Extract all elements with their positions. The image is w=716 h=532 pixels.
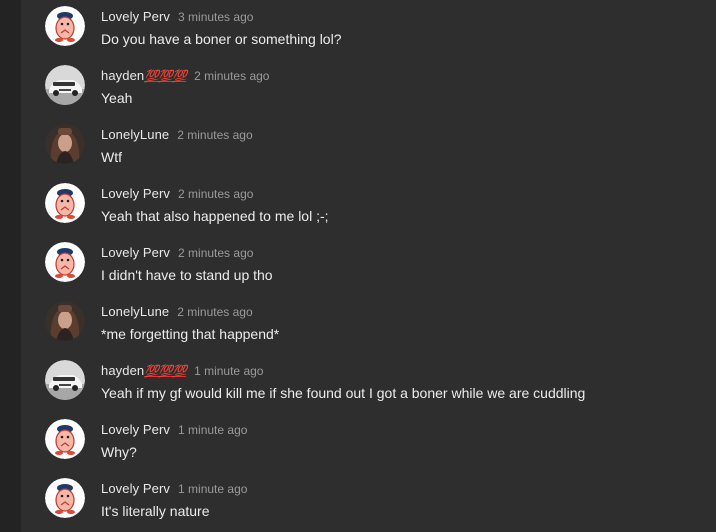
author-name[interactable]: Lovely Perv: [101, 481, 170, 496]
message-meta: Lovely Perv 2 minutes ago: [101, 185, 253, 203]
message-meta: LonelyLune 2 minutes ago: [101, 303, 253, 321]
message-meta: LonelyLune 2 minutes ago: [101, 126, 253, 144]
message-meta: Lovely Perv 2 minutes ago: [101, 244, 253, 262]
author-name[interactable]: LonelyLune: [101, 127, 169, 142]
message-text: Why?: [101, 444, 137, 460]
girl-avatar[interactable]: [45, 124, 85, 164]
chat-message: hayden💯💯💯 2 minutes ago Yeah: [45, 59, 705, 118]
message-timestamp: 1 minute ago: [194, 364, 264, 378]
chat-message: Lovely Perv 2 minutes ago I didn't have t…: [45, 236, 705, 295]
author-name[interactable]: LonelyLune: [101, 304, 169, 319]
author-name[interactable]: Lovely Perv: [101, 422, 170, 437]
left-sidebar-strip: [0, 0, 21, 532]
author-name[interactable]: Lovely Perv: [101, 245, 170, 260]
car-avatar[interactable]: [45, 65, 85, 105]
message-text: Yeah if my gf would kill me if she found…: [101, 385, 586, 401]
chat-message: Lovely Perv 3 minutes ago Do you have a b…: [45, 0, 705, 59]
message-timestamp: 1 minute ago: [178, 482, 248, 496]
penguin-avatar[interactable]: [45, 419, 85, 459]
message-meta: hayden💯💯💯 2 minutes ago: [101, 67, 269, 85]
message-meta: Lovely Perv 3 minutes ago: [101, 8, 253, 26]
chat-message: hayden💯💯💯 1 minute ago Yeah if my gf woul…: [45, 354, 705, 413]
message-text: Yeah: [101, 90, 133, 106]
message-text: *me forgetting that happend*: [101, 326, 280, 342]
chat-feed[interactable]: Lovely Perv 3 minutes ago Do you have a b…: [21, 0, 716, 532]
girl-avatar[interactable]: [45, 301, 85, 341]
author-emoji: 💯💯💯: [144, 69, 187, 83]
chat-app: Lovely Perv 3 minutes ago Do you have a b…: [0, 0, 716, 532]
message-text: I didn't have to stand up tho: [101, 267, 273, 283]
author-name[interactable]: Lovely Perv: [101, 9, 170, 24]
penguin-avatar[interactable]: [45, 242, 85, 282]
author-name[interactable]: hayden: [101, 68, 144, 83]
chat-message: LonelyLune 2 minutes ago *me forgetting t…: [45, 295, 705, 354]
message-timestamp: 3 minutes ago: [178, 10, 254, 24]
message-text: Do you have a boner or something lol?: [101, 31, 342, 47]
message-timestamp: 2 minutes ago: [177, 128, 253, 142]
chat-message: Lovely Perv 1 minute ago Why?: [45, 413, 705, 472]
penguin-avatar[interactable]: [45, 6, 85, 46]
message-timestamp: 2 minutes ago: [178, 246, 254, 260]
message-timestamp: 2 minutes ago: [178, 187, 254, 201]
message-meta: hayden💯💯💯 1 minute ago: [101, 362, 263, 380]
message-text: Wtf: [101, 149, 122, 165]
message-meta: Lovely Perv 1 minute ago: [101, 421, 247, 439]
author-emoji: 💯💯💯: [144, 364, 187, 378]
message-timestamp: 2 minutes ago: [194, 69, 270, 83]
chat-message: LonelyLune 2 minutes ago Wtf: [45, 118, 705, 177]
author-name[interactable]: hayden: [101, 363, 144, 378]
message-text: It's literally nature: [101, 503, 210, 519]
message-text: Yeah that also happened to me lol ;-;: [101, 208, 329, 224]
author-name[interactable]: Lovely Perv: [101, 186, 170, 201]
message-meta: Lovely Perv 1 minute ago: [101, 480, 247, 498]
penguin-avatar[interactable]: [45, 478, 85, 518]
car-avatar[interactable]: [45, 360, 85, 400]
chat-message: Lovely Perv 2 minutes ago Yeah that also …: [45, 177, 705, 236]
chat-message: Lovely Perv 1 minute ago It's literally n…: [45, 472, 705, 531]
message-timestamp: 2 minutes ago: [177, 305, 253, 319]
message-timestamp: 1 minute ago: [178, 423, 248, 437]
penguin-avatar[interactable]: [45, 183, 85, 223]
